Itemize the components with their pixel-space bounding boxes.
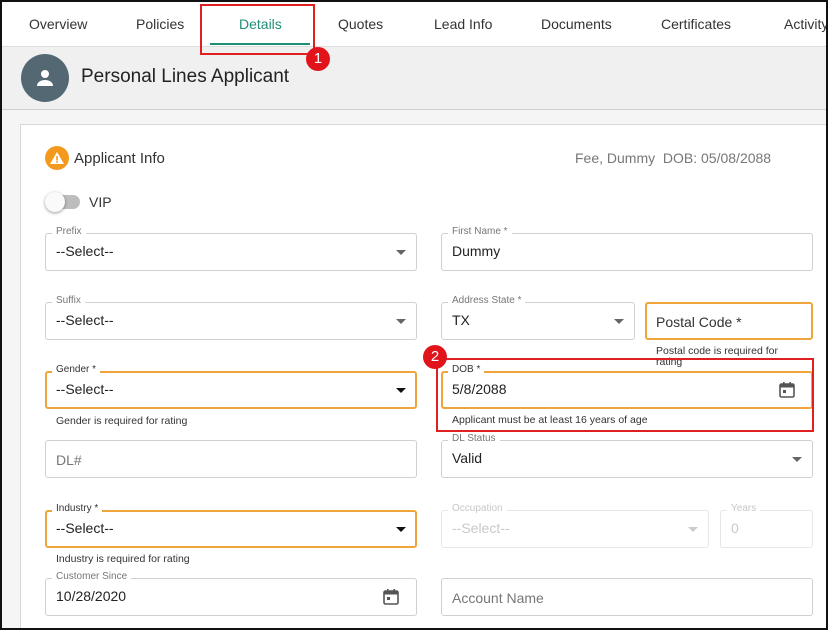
dl-number-field[interactable]: DL# — [45, 440, 417, 478]
summary-name: Fee, Dummy — [575, 150, 656, 166]
tab-documents[interactable]: Documents — [541, 16, 612, 32]
page-header: Personal Lines Applicant — [2, 47, 826, 110]
summary-dob: DOB: 05/08/2088 — [662, 150, 772, 166]
postal-code-field[interactable]: Postal Code * — [645, 302, 813, 340]
gender-value: --Select-- — [56, 381, 114, 397]
first-name-value: Dummy — [452, 243, 501, 259]
first-name-field[interactable]: First Name * Dummy — [441, 226, 813, 271]
tab-policies[interactable]: Policies — [136, 16, 184, 32]
tab-lead-info[interactable]: Lead Info — [434, 16, 492, 32]
dl-status-value: Valid — [452, 450, 483, 466]
industry-helper: Industry is required for rating — [56, 553, 190, 565]
person-icon — [37, 70, 53, 86]
chevron-down-icon — [396, 319, 406, 324]
customer-since-field[interactable]: Customer Since 10/28/2020 — [45, 571, 417, 616]
chevron-down-icon — [396, 388, 406, 393]
dl-status-label: DL Status — [448, 433, 500, 444]
years-label: Years — [727, 503, 761, 514]
vip-label: VIP — [89, 194, 112, 210]
dl-number-placeholder: DL# — [56, 452, 82, 468]
account-name-field[interactable]: Account Name — [441, 578, 813, 616]
chevron-down-icon — [396, 250, 406, 255]
tab-bar: Overview Policies Details Quotes Lead In… — [2, 2, 826, 47]
tab-certificates[interactable]: Certificates — [661, 16, 731, 32]
customer-since-value: 10/28/2020 — [56, 588, 127, 604]
vip-toggle-knob[interactable] — [45, 192, 65, 212]
gender-select[interactable]: Gender * --Select-- — [45, 364, 417, 409]
postal-code-placeholder: Postal Code * — [656, 314, 742, 330]
calendar-icon[interactable] — [382, 588, 400, 606]
address-state-value: TX — [452, 312, 470, 328]
occupation-select: Occupation --Select-- — [441, 503, 709, 548]
address-state-select[interactable]: Address State * TX — [441, 295, 635, 340]
occupation-label: Occupation — [448, 503, 507, 514]
industry-value: --Select-- — [56, 520, 114, 536]
applicant-summary: Fee, Dummy DOB: 05/08/2088 — [575, 150, 771, 166]
customer-since-label: Customer Since — [52, 571, 132, 582]
annotation-box-1 — [200, 4, 315, 55]
suffix-value: --Select-- — [56, 312, 114, 328]
years-value: 0 — [731, 520, 739, 536]
account-name-placeholder: Account Name — [452, 590, 544, 606]
suffix-select[interactable]: Suffix --Select-- — [45, 295, 417, 340]
chevron-down-icon — [688, 527, 698, 532]
chevron-down-icon — [792, 457, 802, 462]
first-name-label: First Name * — [448, 226, 512, 237]
prefix-select[interactable]: Prefix --Select-- — [45, 226, 417, 271]
page-title: Personal Lines Applicant — [81, 66, 290, 87]
chevron-down-icon — [396, 527, 406, 532]
tab-activity[interactable]: Activity — [784, 16, 826, 32]
annotation-box-2 — [436, 358, 814, 432]
suffix-label: Suffix — [52, 295, 85, 306]
prefix-label: Prefix — [52, 226, 86, 237]
avatar — [21, 54, 69, 102]
section-title: Applicant Info — [74, 150, 165, 167]
gender-label: Gender * — [52, 364, 101, 375]
industry-label: Industry * — [52, 503, 103, 514]
address-state-label: Address State * — [448, 295, 526, 306]
prefix-value: --Select-- — [56, 243, 114, 259]
annotation-badge-2: 2 — [423, 345, 447, 369]
app-window: Overview Policies Details Quotes Lead In… — [0, 0, 828, 630]
tab-quotes[interactable]: Quotes — [338, 16, 383, 32]
gender-helper: Gender is required for rating — [56, 415, 188, 427]
occupation-value: --Select-- — [452, 520, 510, 536]
warning-icon — [45, 146, 69, 170]
chevron-down-icon — [614, 319, 624, 324]
tab-overview[interactable]: Overview — [29, 16, 87, 32]
dl-status-select[interactable]: DL Status Valid — [441, 433, 813, 478]
industry-select[interactable]: Industry * --Select-- — [45, 503, 417, 548]
annotation-badge-1: 1 — [306, 47, 330, 71]
years-field: Years 0 — [720, 503, 813, 548]
